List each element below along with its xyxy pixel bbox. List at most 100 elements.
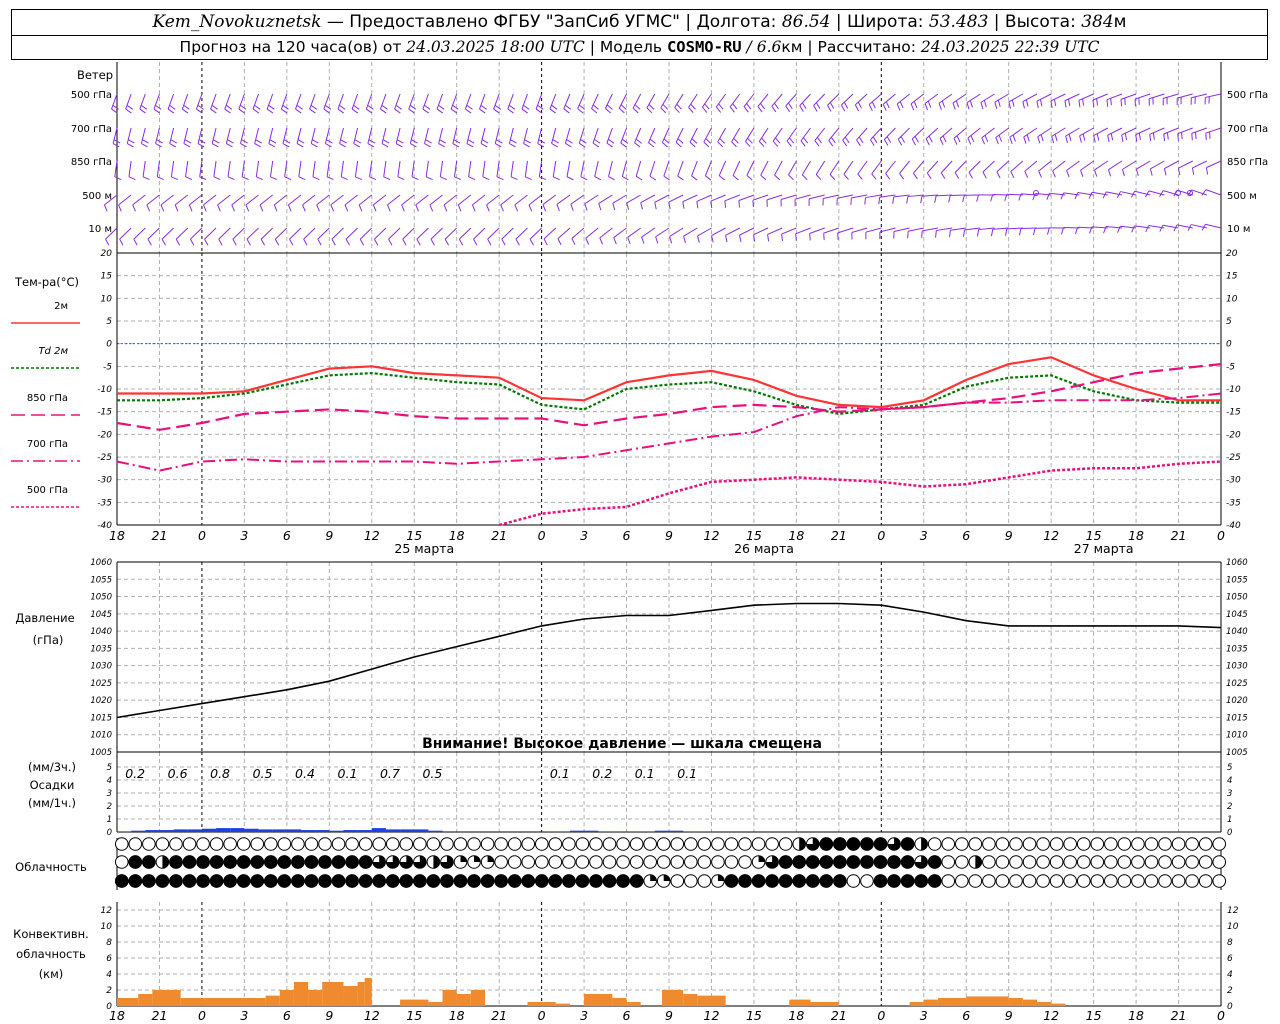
cloud-fill-full bbox=[562, 874, 576, 888]
wind-barb-feather bbox=[493, 108, 500, 114]
cloud-fill-full bbox=[236, 855, 251, 869]
wind-barb-feather bbox=[543, 238, 548, 246]
cloud-circle bbox=[169, 837, 183, 851]
cloud-circle bbox=[941, 874, 956, 888]
cloud-fill-full bbox=[223, 874, 237, 888]
temp-panel-title: Тем-ра(°C) bbox=[14, 275, 79, 289]
wind-barb-feather bbox=[885, 101, 890, 109]
wind-barb-shaft bbox=[780, 194, 797, 200]
wind-barb-feather bbox=[430, 238, 435, 246]
wind-barb-shaft bbox=[855, 93, 868, 106]
wind-barb-shaft bbox=[704, 160, 712, 176]
cloud-circle bbox=[629, 855, 644, 869]
cloud-circle bbox=[128, 837, 143, 851]
wind-barb-shaft bbox=[913, 160, 925, 174]
wind-barb-shaft bbox=[1064, 93, 1080, 102]
wind-barb-feather bbox=[409, 104, 417, 110]
temp-ytick-right: -10 bbox=[1226, 385, 1241, 395]
wind-barb-shaft bbox=[1023, 127, 1038, 138]
precip-ytick-right: 0 bbox=[1227, 828, 1232, 838]
wind-barb-feather bbox=[815, 174, 822, 181]
wind-barb-feather bbox=[1026, 134, 1030, 142]
cloud-circle bbox=[656, 837, 671, 851]
wind-barb-feather bbox=[537, 104, 544, 110]
wind-barb-feather bbox=[387, 204, 391, 212]
precip-bar bbox=[414, 829, 429, 832]
cloud-circle bbox=[1117, 837, 1132, 851]
wind-barb-feather bbox=[494, 104, 502, 110]
wind-barb-feather bbox=[199, 176, 207, 181]
wind-barb-feather bbox=[255, 139, 263, 144]
wind-barb-feather bbox=[395, 104, 402, 110]
wind-barb-feather bbox=[703, 141, 710, 148]
wind-barb-feather bbox=[450, 108, 458, 114]
wind-barb-shaft bbox=[232, 227, 245, 240]
wind-barb-shaft bbox=[868, 93, 882, 105]
wind-barb-shaft bbox=[594, 160, 599, 177]
conv-ytick-right: 10 bbox=[1227, 922, 1239, 932]
time-tick-mid: 12 bbox=[1043, 528, 1059, 543]
wind-barb-feather bbox=[952, 102, 956, 110]
cloud-circle bbox=[440, 837, 454, 851]
conv-bar bbox=[138, 994, 153, 1006]
cloud-fill-full bbox=[629, 874, 644, 888]
wind-barb-shaft bbox=[1205, 189, 1222, 196]
wind-barb-shaft bbox=[330, 194, 344, 206]
wind-barb-feather bbox=[1078, 100, 1081, 108]
wind-barb-shaft bbox=[185, 160, 189, 177]
wind-barb-shaft bbox=[921, 194, 938, 197]
wind-barb-shaft bbox=[841, 93, 854, 106]
wind-barb-feather bbox=[1009, 137, 1013, 144]
wind-barb-feather bbox=[302, 204, 306, 212]
wind-barb-feather bbox=[646, 107, 653, 114]
wind-barb-feather bbox=[535, 108, 543, 114]
conv-title-line: Конвективн. bbox=[13, 927, 89, 941]
temp-ytick-right: -40 bbox=[1226, 521, 1241, 531]
wind-barb-feather bbox=[438, 104, 445, 110]
cloud-circle bbox=[1090, 874, 1105, 888]
wind-barb-feather bbox=[857, 173, 863, 180]
wind-level-label-left: 850 гПа bbox=[71, 157, 112, 168]
wind-barb-shaft bbox=[118, 194, 132, 206]
wind-barb-feather bbox=[976, 229, 980, 237]
wind-barb-shaft bbox=[996, 160, 1010, 173]
time-tick-mid: 0 bbox=[198, 528, 206, 543]
wind-barb-shaft bbox=[1148, 93, 1165, 100]
wind-barb-feather bbox=[454, 176, 462, 181]
wind-barb-feather bbox=[524, 139, 531, 144]
cloud-circle bbox=[114, 855, 129, 869]
wind-barb-feather bbox=[1004, 228, 1008, 236]
cloud-circle bbox=[1144, 855, 1159, 869]
wind-barb-feather bbox=[1038, 170, 1042, 178]
cloud-fill-full bbox=[264, 855, 278, 869]
cloud-circle bbox=[467, 837, 481, 851]
wind-barb-shaft bbox=[543, 227, 557, 240]
cloud-circle bbox=[982, 855, 996, 869]
cloud-circle bbox=[860, 874, 874, 888]
wind-barb-feather bbox=[843, 173, 849, 180]
wind-barb-shaft bbox=[255, 160, 260, 177]
wind-barb-shaft bbox=[482, 160, 486, 177]
cloud-circle bbox=[155, 837, 170, 851]
wind-barb-shaft bbox=[1009, 127, 1024, 138]
wind-barb-feather bbox=[677, 138, 684, 144]
wind-barb-feather bbox=[612, 203, 616, 211]
time-tick-mid: 3 bbox=[240, 528, 248, 543]
wind-barb-feather bbox=[182, 108, 189, 114]
wind-barb-shaft bbox=[345, 227, 358, 240]
cloud-circle bbox=[182, 837, 197, 851]
time-tick-bottom: 0 bbox=[1217, 1008, 1225, 1023]
wind-barb-feather bbox=[1054, 134, 1058, 142]
wind-barb-feather bbox=[983, 100, 987, 108]
wind-barb-shaft bbox=[316, 194, 330, 206]
wind-barb-feather bbox=[496, 176, 504, 181]
wind-barb-feather bbox=[871, 173, 877, 180]
wind-barb-shaft bbox=[788, 160, 797, 176]
wind-barb-feather bbox=[501, 238, 506, 246]
cloud-circle bbox=[236, 837, 251, 851]
wind-barb-feather bbox=[367, 104, 374, 110]
wind-barb-shaft bbox=[688, 93, 698, 108]
wind-barb-feather bbox=[1094, 169, 1098, 177]
wind-barb-feather bbox=[273, 204, 278, 212]
wind-barb-feather bbox=[942, 135, 947, 143]
